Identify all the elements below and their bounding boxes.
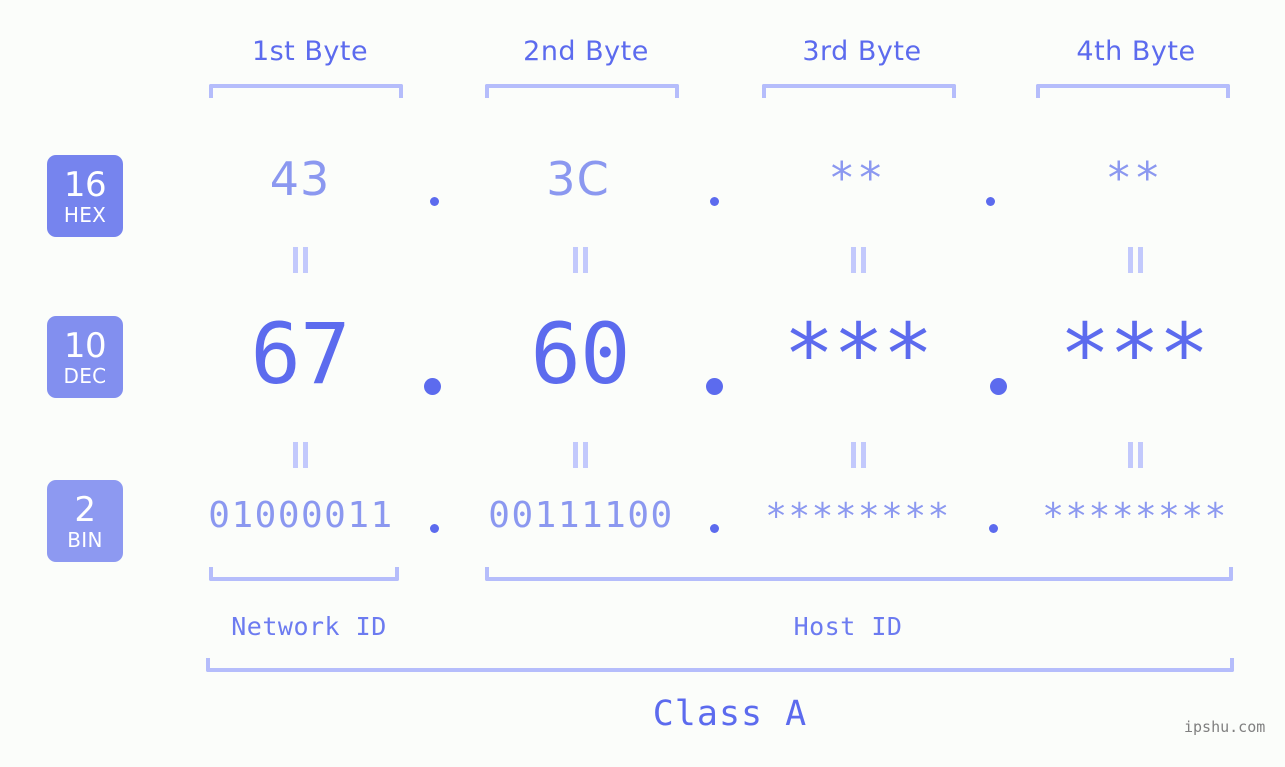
bin-separator-1 (430, 524, 439, 533)
hex-byte-3-value: ** (828, 153, 886, 204)
ip-address-breakdown-diagram: 1st Byte 2nd Byte 3rd Byte 4th Byte 16 H… (0, 0, 1285, 767)
base-badge-bin-abbr: BIN (67, 527, 103, 552)
equals-connector-hex-dec-4 (1128, 247, 1143, 273)
bin-byte-3-value: ******** (765, 496, 951, 537)
base-badge-dec: 10 DEC (47, 316, 123, 398)
dec-byte-4-value: *** (1059, 305, 1210, 403)
class-bracket (206, 658, 1234, 672)
bin-separator-2 (710, 524, 719, 533)
dec-separator-3 (990, 378, 1007, 395)
network-id-bracket (209, 567, 399, 581)
base-badge-hex: 16 HEX (47, 155, 123, 237)
equals-connector-hex-dec-3 (851, 247, 866, 273)
byte-header-4: 4th Byte (1076, 36, 1196, 67)
bin-separator-3 (989, 524, 998, 533)
dec-byte-3-value: *** (783, 305, 934, 403)
watermark: ipshu.com (1184, 718, 1266, 736)
equals-connector-dec-bin-2 (573, 442, 588, 468)
dec-separator-2 (706, 378, 723, 395)
host-id-label: Host ID (793, 612, 903, 641)
base-badge-hex-number: 16 (63, 164, 107, 205)
byte-bracket-top-3 (762, 84, 956, 98)
base-badge-dec-number: 10 (63, 325, 107, 366)
class-label: Class A (652, 694, 808, 734)
hex-separator-1 (430, 197, 439, 206)
equals-connector-hex-dec-1 (293, 247, 308, 273)
equals-connector-dec-bin-1 (293, 442, 308, 468)
host-id-bracket (485, 567, 1233, 581)
hex-byte-4-value: ** (1105, 153, 1163, 204)
byte-header-3: 3rd Byte (802, 36, 922, 67)
byte-header-2: 2nd Byte (523, 36, 649, 67)
base-badge-hex-abbr: HEX (63, 202, 107, 227)
hex-separator-3 (986, 197, 995, 206)
dec-separator-1 (424, 378, 441, 395)
base-badge-dec-abbr: DEC (63, 363, 107, 388)
equals-connector-hex-dec-2 (573, 247, 588, 273)
bin-byte-4-value: ******** (1042, 496, 1228, 537)
byte-bracket-top-2 (485, 84, 679, 98)
dec-byte-1-value: 67 (250, 305, 350, 403)
dec-byte-2-value: 60 (530, 305, 630, 403)
bin-byte-2-value: 00111100 (488, 495, 674, 536)
base-badge-bin: 2 BIN (47, 480, 123, 562)
byte-header-1: 1st Byte (251, 36, 369, 67)
equals-connector-dec-bin-3 (851, 442, 866, 468)
hex-byte-2-value: 3C (546, 152, 610, 206)
hex-separator-2 (710, 197, 719, 206)
base-badge-bin-number: 2 (74, 489, 96, 530)
bin-byte-1-value: 01000011 (208, 495, 394, 536)
byte-bracket-top-4 (1036, 84, 1230, 98)
byte-bracket-top-1 (209, 84, 403, 98)
network-id-label: Network ID (231, 612, 387, 641)
hex-byte-1-value: 43 (269, 152, 331, 206)
equals-connector-dec-bin-4 (1128, 442, 1143, 468)
